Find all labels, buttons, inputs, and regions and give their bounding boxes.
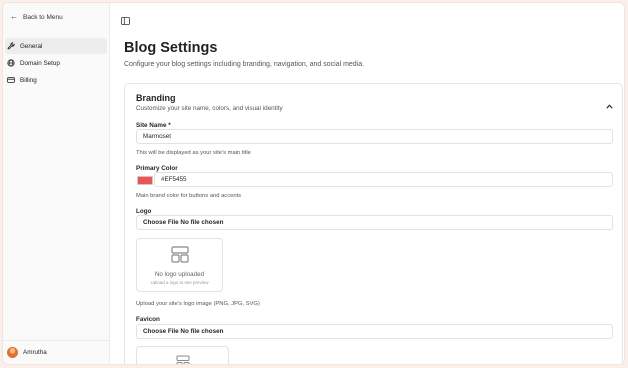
layout-image-icon <box>176 355 190 364</box>
arrow-left-icon: ← <box>10 12 18 21</box>
sidebar-item-label: Domain Setup <box>20 59 60 67</box>
sidebar: ← Back to Menu General Domain Setup Bill… <box>3 3 110 364</box>
user-name: Amrutha <box>23 349 47 356</box>
primary-color-label: Primary Color <box>136 165 178 172</box>
app-window: ← Back to Menu General Domain Setup Bill… <box>2 2 625 365</box>
sidebar-item-label: General <box>20 42 43 50</box>
user-menu[interactable]: Amrutha <box>3 340 109 364</box>
logo-label: Logo <box>136 208 152 215</box>
favicon-label: Favicon <box>136 316 160 323</box>
sidebar-toggle-icon[interactable] <box>121 12 130 25</box>
layout-image-icon <box>170 245 189 268</box>
sidebar-nav: General Domain Setup Billing <box>5 38 107 89</box>
favicon-file-text: Choose File No file chosen <box>143 328 224 335</box>
sidebar-item-general[interactable]: General <box>5 38 107 54</box>
sidebar-item-domain-setup[interactable]: Domain Setup <box>5 55 107 71</box>
site-name-value: Marmoset <box>143 133 171 140</box>
primary-color-value: #EF5455 <box>161 176 187 183</box>
favicon-file-input[interactable]: Choose File No file chosen <box>136 324 613 339</box>
branding-card: Branding Customize your site name, color… <box>124 83 623 364</box>
primary-color-input[interactable]: #EF5455 <box>154 172 613 187</box>
site-name-help: This will be displayed as your site's ma… <box>136 150 251 156</box>
back-to-menu-link[interactable]: ← Back to Menu <box>10 13 63 21</box>
logo-preview: No logo uploaded Upload a logo to see pr… <box>136 238 223 292</box>
favicon-preview <box>136 346 229 364</box>
page-subtitle: Configure your blog settings including b… <box>124 61 365 68</box>
color-swatch-picker[interactable] <box>137 176 153 185</box>
page-title: Blog Settings <box>124 40 218 56</box>
sidebar-item-label: Billing <box>20 76 37 84</box>
globe-icon <box>7 59 15 67</box>
chevron-up-icon[interactable] <box>606 96 613 109</box>
branding-description: Customize your site name, colors, and vi… <box>136 105 283 112</box>
logo-file-input[interactable]: Choose File No file chosen <box>136 215 613 230</box>
card-icon <box>7 76 15 84</box>
site-name-input[interactable]: Marmoset <box>136 129 613 144</box>
no-logo-text: No logo uploaded <box>154 270 205 278</box>
logo-file-text: Choose File No file chosen <box>143 219 224 226</box>
avatar <box>7 347 18 358</box>
primary-color-help: Main brand color for buttons and accents <box>136 193 242 199</box>
logo-help: Upload your site's logo image (PNG, JPG,… <box>136 301 260 307</box>
site-name-label: Site Name * <box>136 122 171 129</box>
branding-title: Branding <box>136 93 176 103</box>
back-to-menu-label: Back to Menu <box>23 13 63 21</box>
main-content: Blog Settings Configure your blog settin… <box>111 3 624 364</box>
wrench-icon <box>7 42 15 50</box>
no-logo-hint: Upload a logo to see preview <box>150 279 209 285</box>
sidebar-item-billing[interactable]: Billing <box>5 72 107 88</box>
